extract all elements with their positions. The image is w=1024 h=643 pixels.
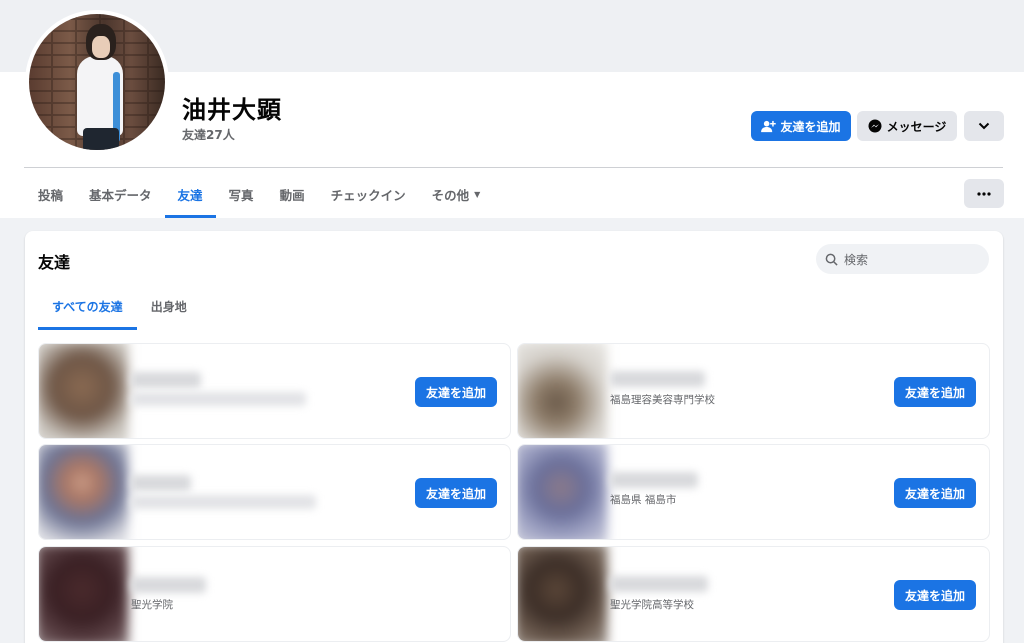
friend-detail: 福島理容美容専門学校 xyxy=(610,394,715,406)
sub-tab-hometown[interactable]: 出身地 xyxy=(137,283,201,330)
friend-name[interactable] xyxy=(610,472,698,488)
friend-info xyxy=(131,392,306,406)
friend-photo[interactable] xyxy=(39,547,129,641)
search-placeholder: 検索 xyxy=(844,252,869,267)
message-button[interactable]: メッセージ xyxy=(857,111,957,141)
message-label: メッセージ xyxy=(886,119,947,134)
friend-name[interactable] xyxy=(131,577,206,593)
friend-photo[interactable] xyxy=(518,344,608,438)
search-icon xyxy=(825,253,838,266)
friends-card: 友達 検索 すべての友達 出身地 友達を追加 福島理容美容専門学校 友達を追加 … xyxy=(25,231,1003,643)
friends-sub-tabs: すべての友達 出身地 xyxy=(38,283,201,330)
profile-name: 油井大顕 xyxy=(182,96,282,124)
friend-name[interactable] xyxy=(131,475,191,491)
profile-dropdown-button[interactable] xyxy=(964,111,1004,141)
add-friend-button[interactable]: 友達を追加 xyxy=(894,377,976,407)
tab-friends[interactable]: 友達 xyxy=(164,170,216,218)
add-friend-button[interactable]: 友達を追加 xyxy=(415,478,497,508)
add-friend-button[interactable]: 友達を追加 xyxy=(751,111,851,141)
friend-card[interactable]: 聖光学院 xyxy=(38,546,511,642)
friends-title: 友達 xyxy=(38,253,71,272)
chevron-down-icon xyxy=(978,122,990,130)
add-friend-button[interactable]: 友達を追加 xyxy=(894,478,976,508)
friend-card[interactable]: 聖光学院高等学校 友達を追加 xyxy=(517,546,990,642)
friend-name[interactable] xyxy=(131,372,201,388)
friend-card[interactable]: 友達を追加 xyxy=(38,343,511,439)
tab-more[interactable]: その他 ▼ xyxy=(419,170,494,218)
friend-name[interactable] xyxy=(610,371,705,387)
caret-down-icon: ▼ xyxy=(474,189,481,199)
tab-checkins[interactable]: チェックイン xyxy=(318,170,419,218)
more-dots-icon xyxy=(977,191,991,196)
add-friend-label: 友達を追加 xyxy=(780,119,841,134)
friend-card[interactable]: 福島理容美容専門学校 友達を追加 xyxy=(517,343,990,439)
friend-detail: 聖光学院高等学校 xyxy=(610,599,694,611)
header-divider xyxy=(24,167,1003,168)
friend-photo[interactable] xyxy=(39,344,129,438)
friend-card[interactable]: 福島県 福島市 友達を追加 xyxy=(517,444,990,540)
friend-card[interactable]: 友達を追加 xyxy=(38,444,511,540)
profile-avatar[interactable] xyxy=(25,10,169,154)
friend-name[interactable] xyxy=(610,576,708,592)
friend-photo[interactable] xyxy=(518,445,608,539)
friends-search-input[interactable]: 検索 xyxy=(816,244,989,274)
friend-detail: 福島県 福島市 xyxy=(610,494,677,506)
add-friend-button[interactable]: 友達を追加 xyxy=(894,580,976,610)
friend-count[interactable]: 友達27人 xyxy=(182,126,235,143)
profile-tabs: 投稿 基本データ 友達 写真 動画 チェックイン その他 ▼ xyxy=(25,170,493,218)
tab-photos[interactable]: 写真 xyxy=(216,170,267,218)
friend-photo[interactable] xyxy=(39,445,129,539)
friend-info xyxy=(131,495,316,509)
sub-tab-all-friends[interactable]: すべての友達 xyxy=(38,283,137,330)
more-options-button[interactable] xyxy=(964,179,1004,208)
friend-photo[interactable] xyxy=(518,547,608,641)
tab-posts[interactable]: 投稿 xyxy=(25,170,76,218)
friend-detail: 聖光学院 xyxy=(131,599,173,611)
tab-videos[interactable]: 動画 xyxy=(267,170,318,218)
person-plus-icon xyxy=(761,120,777,132)
tab-about[interactable]: 基本データ xyxy=(76,170,165,218)
messenger-icon xyxy=(868,119,882,133)
add-friend-button[interactable]: 友達を追加 xyxy=(415,377,497,407)
